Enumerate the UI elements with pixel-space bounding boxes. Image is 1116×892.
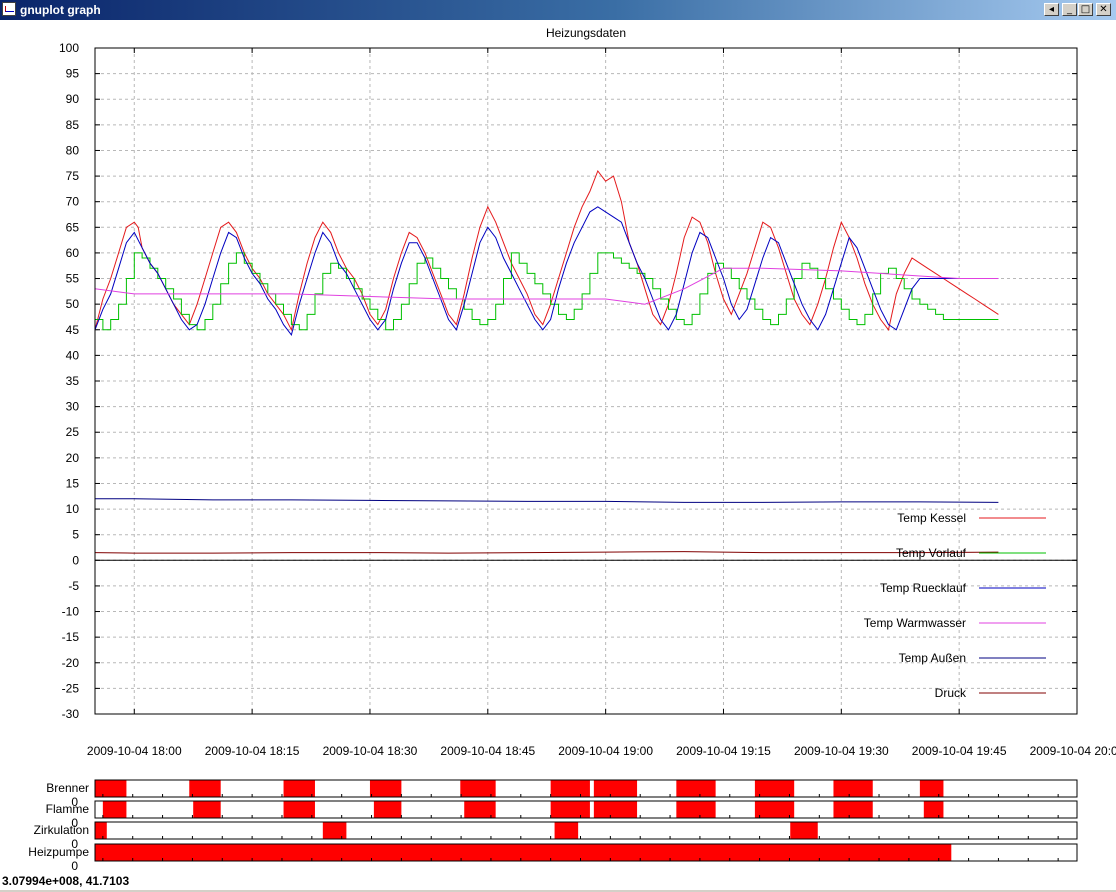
- x-tick-label: 2009-10-04 18:00: [87, 744, 182, 758]
- status-row-label: Flamme: [46, 802, 90, 816]
- y-tick-label: 25: [66, 425, 80, 439]
- x-tick-label: 2009-10-04 19:45: [912, 744, 1007, 758]
- status-row-label: Brenner: [46, 781, 89, 795]
- status-row-label: Heizpumpe: [28, 845, 89, 859]
- y-tick-label: -5: [68, 579, 79, 593]
- y-tick-label: -10: [62, 605, 80, 619]
- status-on-block: [754, 801, 795, 818]
- y-tick-label: 30: [66, 400, 80, 414]
- status-on-block: [283, 801, 315, 818]
- status-on-block: [322, 822, 347, 839]
- series-line-druck: [94, 551, 999, 554]
- y-tick-label: 35: [66, 374, 80, 388]
- y-tick-label: 85: [66, 118, 80, 132]
- series-line-temp-kessel: [94, 169, 999, 332]
- y-tick-label: 90: [66, 92, 80, 106]
- chart-title: Heizungsdaten: [546, 26, 626, 40]
- legend-label: Druck: [935, 686, 967, 700]
- status-on-block: [369, 780, 402, 797]
- status-on-block: [919, 780, 944, 797]
- y-tick-label: 60: [66, 246, 80, 260]
- status-on-block: [554, 822, 579, 839]
- grid: [95, 48, 1077, 714]
- x-tick-label: 2009-10-04 18:45: [440, 744, 535, 758]
- y-tick-label: 40: [66, 348, 80, 362]
- legend: Temp Kessel Temp Vorlauf Temp Ruecklauf Tem…: [864, 511, 1046, 700]
- status-row-label: Zirkulation: [34, 823, 89, 837]
- y-tick-label: 95: [66, 67, 80, 81]
- y-tick-label: 65: [66, 220, 80, 234]
- status-on-block: [189, 780, 221, 797]
- minimize-button[interactable]: _: [1062, 3, 1077, 16]
- x-tick-label: 2009-10-04 19:30: [794, 744, 889, 758]
- status-row-zero: 0: [71, 859, 78, 872]
- y-tick-label: 50: [66, 297, 80, 311]
- status-on-block: [460, 780, 496, 797]
- x-tick-label: 2009-10-04 20:00: [1030, 744, 1116, 758]
- window-title: gnuplot graph: [20, 3, 101, 17]
- status-on-block: [676, 780, 716, 797]
- status-on-block: [95, 822, 107, 839]
- status-on-block: [373, 801, 402, 818]
- status-on-block: [833, 780, 873, 797]
- legend-label: Temp Ruecklauf: [880, 581, 967, 595]
- chart-canvas[interactable]: Heizungsdaten 10095908580757065605550454…: [0, 20, 1116, 872]
- status-on-block: [833, 801, 873, 818]
- x-tick-label: 2009-10-04 18:30: [323, 744, 418, 758]
- status-panels: Brenner0Flamme0Zirkulation0Heizpumpe0: [28, 779, 1078, 872]
- status-on-block: [102, 801, 127, 818]
- y-tick-label: 80: [66, 143, 80, 157]
- y-tick-label: 70: [66, 195, 80, 209]
- y-tick-label: -25: [62, 681, 80, 695]
- status-frame: [94, 821, 1078, 840]
- y-tick-label: -20: [62, 656, 80, 670]
- window-titlebar: gnuplot graph ◂ _ □ ✕: [0, 0, 1116, 20]
- maximize-button[interactable]: □: [1078, 3, 1093, 16]
- status-on-block: [923, 801, 944, 818]
- status-on-block: [593, 801, 638, 818]
- y-tick-label: -30: [62, 707, 80, 721]
- rollup-button[interactable]: ◂: [1044, 3, 1059, 16]
- status-on-block: [550, 780, 590, 797]
- legend-label: Temp Außen: [899, 651, 966, 665]
- y-tick-label: 75: [66, 169, 80, 183]
- x-tick-label: 2009-10-04 19:15: [676, 744, 771, 758]
- legend-label: Temp Kessel: [897, 511, 966, 525]
- status-on-block: [754, 780, 795, 797]
- y-tick-label: 100: [59, 41, 79, 55]
- series-layer: [94, 169, 999, 554]
- status-on-block: [193, 801, 221, 818]
- legend-label: Temp Vorlauf: [896, 546, 967, 560]
- status-on-block: [593, 780, 638, 797]
- y-tick-label: 15: [66, 476, 80, 490]
- status-on-block: [790, 822, 818, 839]
- status-on-block: [95, 780, 127, 797]
- status-row-heizpumpe: Heizpumpe0: [28, 843, 1078, 872]
- x-tick-label: 2009-10-04 19:00: [558, 744, 653, 758]
- y-tick-label: 10: [66, 502, 80, 516]
- y-tick-label: 55: [66, 272, 80, 286]
- y-tick-label: 5: [72, 528, 79, 542]
- status-on-block: [550, 801, 590, 818]
- series-line-temp-warmwasser: [94, 267, 999, 305]
- gnuplot-app-icon[interactable]: [2, 2, 16, 16]
- status-on-block: [283, 780, 315, 797]
- status-on-block: [95, 844, 952, 861]
- status-on-block: [676, 801, 716, 818]
- legend-label: Temp Warmwasser: [864, 616, 966, 630]
- y-tick-label: -15: [62, 630, 80, 644]
- y-tick-label: 0: [72, 553, 79, 567]
- x-tick-label: 2009-10-04 18:15: [205, 744, 300, 758]
- y-tick-label: 20: [66, 451, 80, 465]
- cursor-coordinates: 3.07994e+008, 41.7103: [2, 874, 130, 888]
- close-button[interactable]: ✕: [1096, 3, 1111, 16]
- y-tick-label: 45: [66, 323, 80, 337]
- series-line-temp-au-en: [95, 498, 999, 503]
